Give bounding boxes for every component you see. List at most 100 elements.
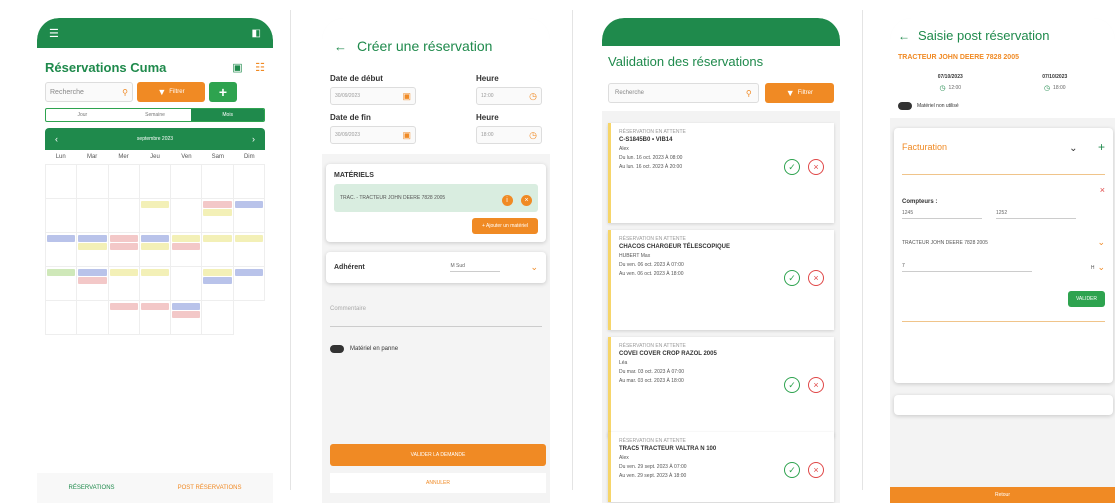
- unit-select[interactable]: H ⌄: [1091, 262, 1105, 273]
- calendar-event[interactable]: [172, 303, 201, 310]
- calendar-event[interactable]: [140, 303, 170, 310]
- start-date-field[interactable]: 30/09/2023 ▣: [330, 87, 416, 105]
- search-input[interactable]: Recherche ⚲: [608, 83, 759, 103]
- comment-field[interactable]: Commentaire: [330, 297, 542, 327]
- calendar-icon[interactable]: ▣: [232, 62, 242, 74]
- filter-button[interactable]: ▼ Filtrer: [137, 82, 205, 102]
- bottom-button[interactable]: Retour: [890, 487, 1115, 503]
- search-input[interactable]: Recherche ⚲: [45, 82, 133, 102]
- calendar-event[interactable]: [78, 277, 107, 284]
- start-hour-field[interactable]: 12:00 ◷: [476, 87, 542, 105]
- calendar-day[interactable]: [139, 267, 172, 301]
- remove-icon[interactable]: ×: [521, 195, 532, 206]
- calendar-day[interactable]: [77, 267, 109, 301]
- calendar-event[interactable]: [109, 269, 138, 276]
- toggle-switch[interactable]: [330, 345, 344, 353]
- calendar-event[interactable]: [140, 235, 170, 242]
- calendar-day[interactable]: [46, 233, 78, 267]
- delete-icon[interactable]: ×: [1100, 185, 1105, 195]
- calendar-event[interactable]: [172, 235, 201, 242]
- back-arrow-icon[interactable]: ←: [334, 39, 347, 54]
- calendar-day[interactable]: [46, 199, 78, 233]
- validate-button[interactable]: VALIDER: [1067, 291, 1105, 307]
- calendar-day[interactable]: [139, 165, 172, 199]
- calendar-event[interactable]: [203, 277, 232, 284]
- counter-end-input[interactable]: 1252: [996, 210, 1076, 219]
- calendar-event[interactable]: [172, 243, 201, 250]
- calendar-day[interactable]: [171, 233, 203, 267]
- tab-month[interactable]: Mois: [191, 109, 264, 121]
- calendar-day[interactable]: [108, 199, 140, 233]
- quantity-input[interactable]: 7: [902, 263, 1032, 272]
- calendar-day[interactable]: [233, 267, 265, 301]
- calendar-day[interactable]: [171, 267, 203, 301]
- reservation-card[interactable]: RÉSERVATION EN ATTENTE COVEI COVER CROP …: [608, 337, 834, 437]
- calendar-day[interactable]: [171, 199, 203, 233]
- calendar-event[interactable]: [203, 209, 232, 216]
- calendar-event[interactable]: [109, 243, 138, 250]
- reject-icon[interactable]: ×: [808, 462, 824, 478]
- calendar-day[interactable]: [77, 165, 109, 199]
- calendar-event[interactable]: [78, 235, 107, 242]
- calendar-day[interactable]: [46, 267, 78, 301]
- calendar-day[interactable]: [202, 165, 234, 199]
- info-icon[interactable]: i: [501, 195, 513, 206]
- chevron-left-icon[interactable]: ‹: [55, 134, 58, 144]
- calendar-event[interactable]: [203, 235, 232, 242]
- reservation-card[interactable]: RÉSERVATION EN ATTENTE CHACOS CHARGEUR T…: [608, 230, 834, 330]
- add-button[interactable]: +: [209, 82, 237, 102]
- accept-icon[interactable]: ✓: [784, 159, 800, 175]
- validate-request-button[interactable]: VALIDER LA DEMANDE: [330, 444, 546, 466]
- calendar-day[interactable]: [77, 233, 109, 267]
- calendar-event[interactable]: [234, 269, 263, 276]
- billing-material-select[interactable]: TRACTEUR JOHN DEERE 7828 2005 ⌄: [902, 237, 1105, 248]
- accept-icon[interactable]: ✓: [784, 377, 800, 393]
- calendar-day[interactable]: [108, 233, 140, 267]
- calendar-day[interactable]: [46, 165, 78, 199]
- calendar-day[interactable]: [202, 267, 234, 301]
- calendar-event[interactable]: [234, 201, 263, 208]
- end-date-field[interactable]: 30/09/2023 ▣: [330, 126, 416, 144]
- calendar-event[interactable]: [234, 235, 263, 242]
- calendar-event[interactable]: [78, 243, 107, 250]
- calendar-day[interactable]: [171, 165, 203, 199]
- calendar-day[interactable]: [139, 301, 172, 335]
- calendar-day[interactable]: [139, 233, 172, 267]
- counter-start-input[interactable]: 1245: [902, 210, 982, 219]
- calendar-day[interactable]: [202, 199, 234, 233]
- calendar-event[interactable]: [203, 201, 232, 208]
- calendar-day[interactable]: [233, 165, 265, 199]
- calendar-day[interactable]: [202, 233, 234, 267]
- calendar-day[interactable]: [46, 301, 78, 335]
- reservation-card[interactable]: RÉSERVATION EN ATTENTE C-S1845B0 • VIB14…: [608, 123, 834, 223]
- list-icon[interactable]: ☷: [255, 62, 265, 74]
- calendar-event[interactable]: [109, 235, 138, 242]
- filter-button[interactable]: ▼ Filtrer: [764, 83, 834, 103]
- tab-week[interactable]: Semaine: [119, 112, 192, 118]
- calendar-day[interactable]: [108, 301, 140, 335]
- calendar-event[interactable]: [47, 235, 76, 242]
- back-arrow-icon[interactable]: ←: [898, 29, 910, 43]
- calendar-day[interactable]: [171, 301, 203, 335]
- accept-icon[interactable]: ✓: [784, 270, 800, 286]
- calendar-day[interactable]: [202, 301, 234, 335]
- calendar-day[interactable]: [139, 199, 172, 233]
- tab-day[interactable]: Jour: [46, 112, 119, 118]
- add-icon[interactable]: +: [1098, 140, 1105, 154]
- add-material-button[interactable]: + Ajouter un matériel: [472, 218, 538, 234]
- calendar-event[interactable]: [140, 243, 170, 250]
- calendar-event[interactable]: [203, 269, 232, 276]
- calendar-day[interactable]: [233, 233, 265, 267]
- calendar-event[interactable]: [172, 311, 201, 318]
- chevron-down-icon[interactable]: ⌄: [1069, 143, 1077, 154]
- calendar-event[interactable]: [109, 303, 138, 310]
- calendar-event[interactable]: [78, 269, 107, 276]
- reject-icon[interactable]: ×: [808, 377, 824, 393]
- calendar-event[interactable]: [47, 269, 76, 276]
- reject-icon[interactable]: ×: [808, 159, 824, 175]
- end-hour-field[interactable]: 18:00 ◷: [476, 126, 542, 144]
- reservation-card[interactable]: RÉSERVATION EN ATTENTE TRAC5 TRACTEUR VA…: [608, 432, 834, 502]
- reject-icon[interactable]: ×: [808, 270, 824, 286]
- calendar-day[interactable]: [108, 267, 140, 301]
- member-select[interactable]: M Sud ⌄: [450, 262, 538, 273]
